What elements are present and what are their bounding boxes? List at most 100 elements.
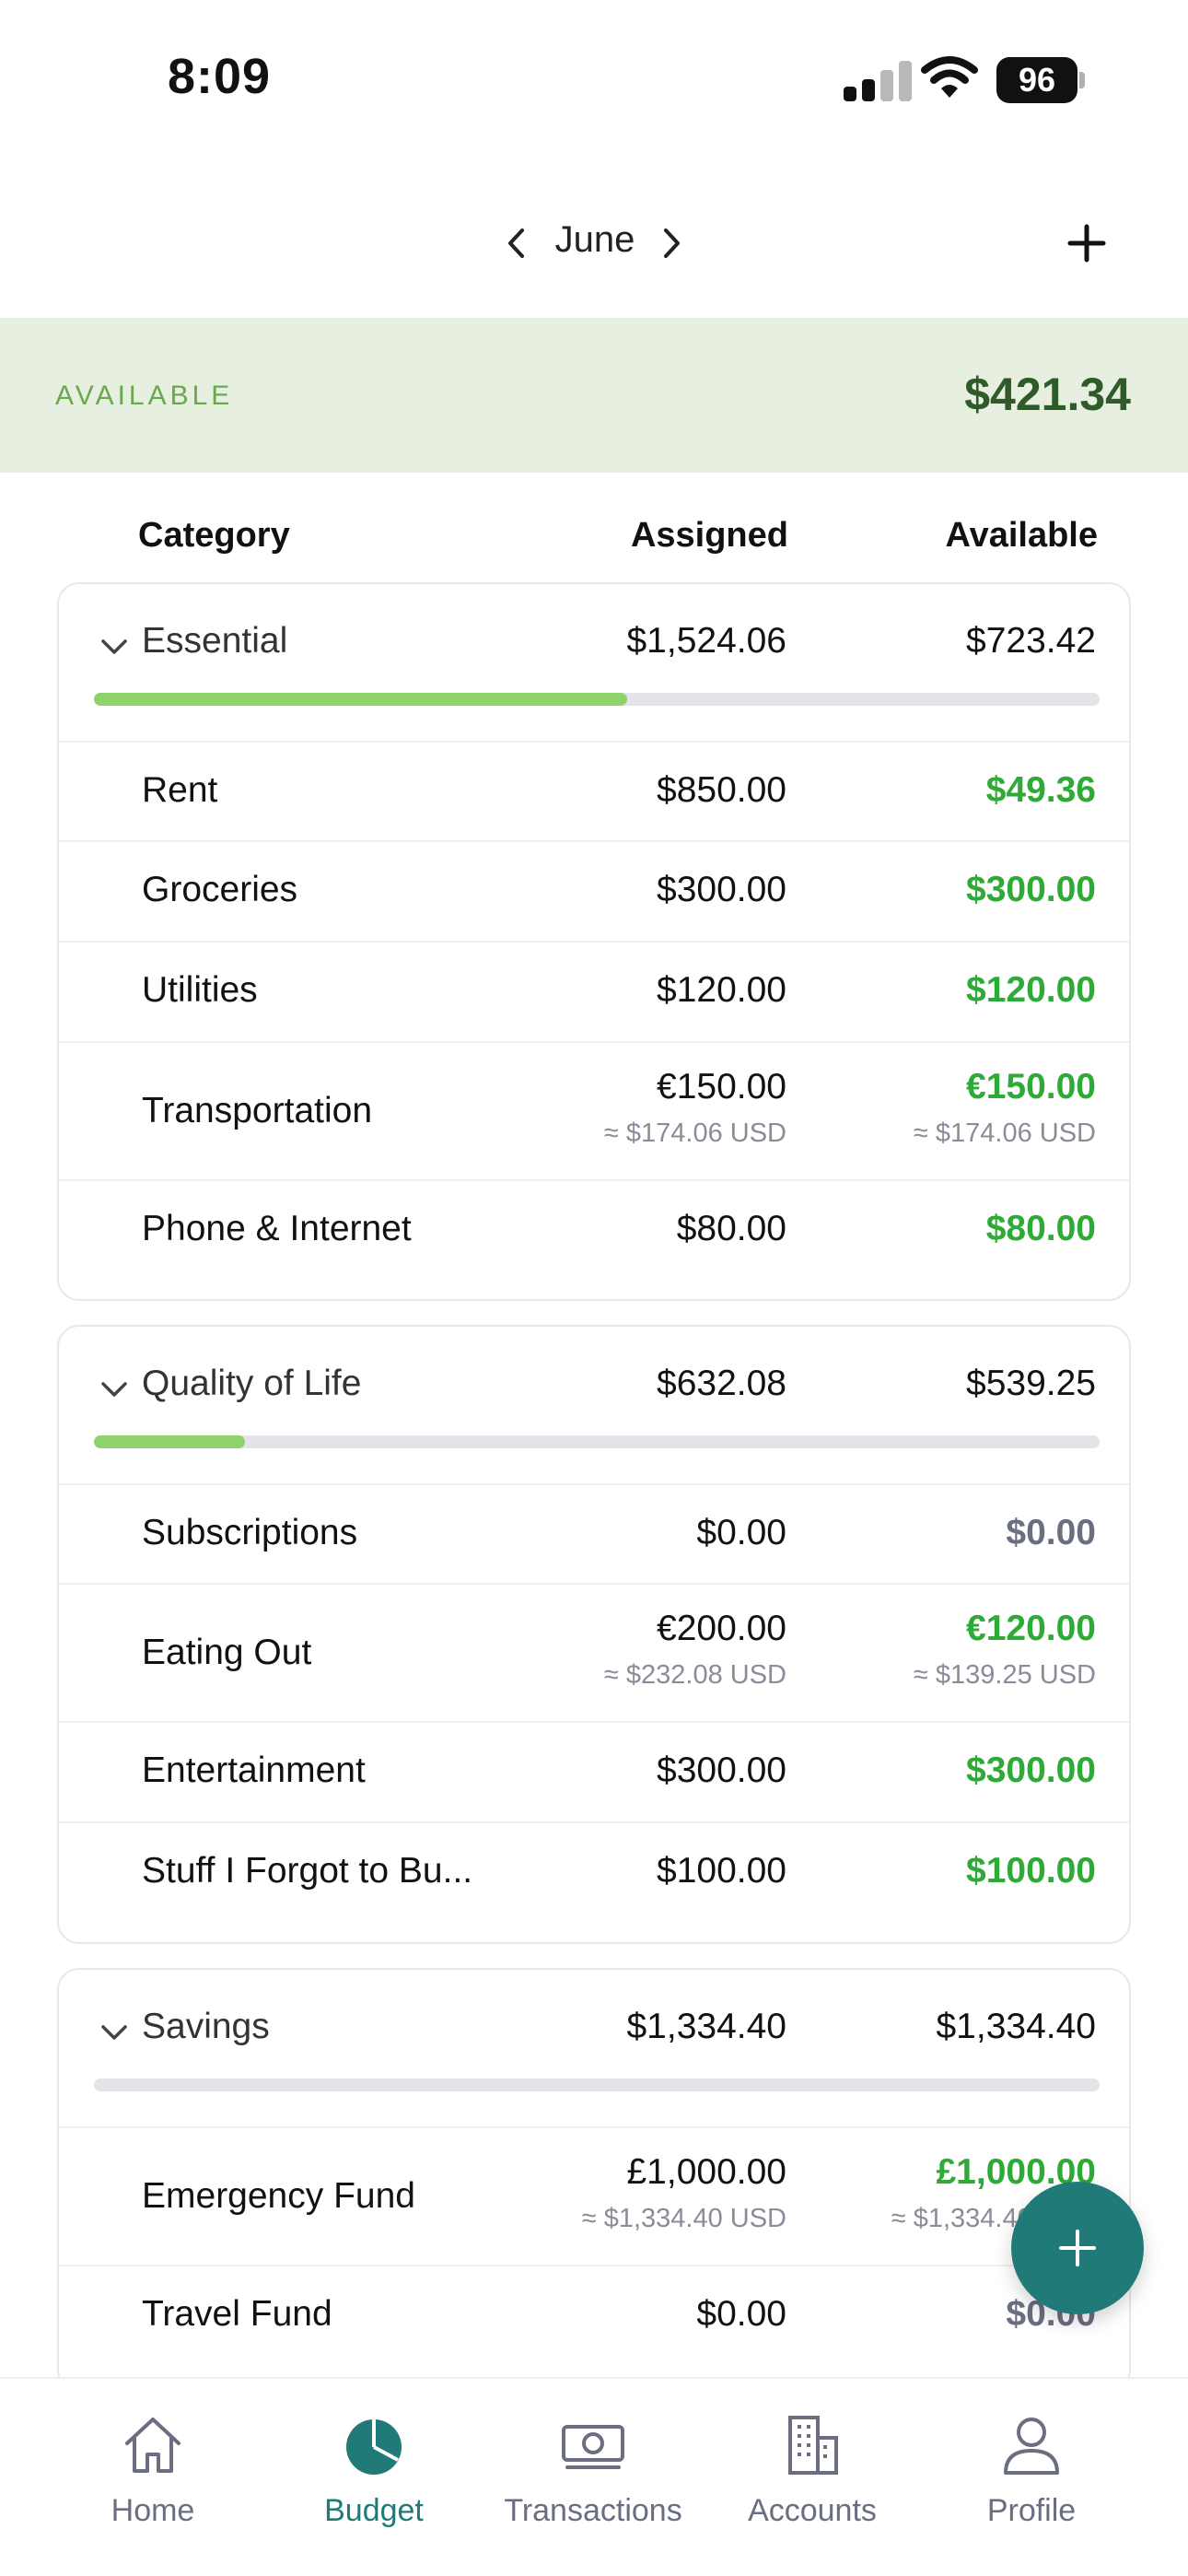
category-assigned[interactable]: $300.00 xyxy=(657,870,786,910)
category-assigned[interactable]: £1,000.00 xyxy=(626,2152,786,2193)
pie-chart-icon xyxy=(346,2419,402,2475)
group-header[interactable]: Quality of Life $632.08 $539.25 xyxy=(59,1327,1129,1483)
category-name: Eating Out xyxy=(142,1633,312,1672)
battery-indicator: 96 xyxy=(996,57,1085,103)
available-usd-equivalent: ≈ $174.06 USD xyxy=(913,1118,1096,1148)
group-name: Essential xyxy=(142,621,288,661)
category-assigned[interactable]: $0.00 xyxy=(696,2294,786,2335)
group-available: $723.42 xyxy=(966,621,1096,661)
tab-label: Accounts xyxy=(748,2493,877,2528)
category-row[interactable]: Utilities $120.00 $120.00 xyxy=(59,941,1129,1041)
category-assigned[interactable]: $850.00 xyxy=(657,770,786,811)
category-available: $120.00 xyxy=(966,970,1096,1010)
battery-level: 96 xyxy=(996,57,1077,103)
collapse-chevron-icon[interactable] xyxy=(96,628,133,665)
category-row[interactable]: Transportation €150.00 €150.00 ≈ $174.06… xyxy=(59,1041,1129,1179)
available-label: AVAILABLE xyxy=(55,381,234,411)
available-usd-equivalent: ≈ $139.25 USD xyxy=(913,1660,1096,1690)
tab-home[interactable]: Home xyxy=(52,2412,254,2550)
category-assigned[interactable]: $100.00 xyxy=(657,1851,786,1891)
category-available: €120.00 xyxy=(966,1609,1096,1648)
category-row[interactable]: Rent $850.00 $49.36 xyxy=(59,741,1129,840)
category-row[interactable]: Groceries $300.00 $300.00 xyxy=(59,840,1129,941)
status-time: 8:09 xyxy=(168,49,272,104)
category-available: $80.00 xyxy=(985,1209,1096,1248)
group-assigned: $1,334.40 xyxy=(626,2007,786,2046)
previous-month-icon[interactable] xyxy=(499,225,536,262)
tab-transactions[interactable]: Transactions xyxy=(492,2412,694,2550)
group-progress-bar xyxy=(94,2078,1100,2091)
category-assigned[interactable]: $120.00 xyxy=(657,970,786,1011)
month-label[interactable]: June xyxy=(543,219,646,261)
category-name: Groceries xyxy=(142,870,298,909)
next-month-icon[interactable] xyxy=(652,225,689,262)
group-progress-bar xyxy=(94,1435,1100,1448)
category-available: $49.36 xyxy=(985,770,1096,810)
add-transaction-fab[interactable] xyxy=(1011,2182,1144,2314)
category-row[interactable]: Emergency Fund £1,000.00 £1,000.00 ≈ $1,… xyxy=(59,2126,1129,2265)
category-assigned[interactable]: $300.00 xyxy=(657,1751,786,1791)
home-icon xyxy=(125,2418,181,2473)
category-name: Travel Fund xyxy=(142,2294,332,2334)
group-header[interactable]: Savings $1,334.40 $1,334.40 xyxy=(59,1970,1129,2126)
assigned-usd-equivalent: ≈ $174.06 USD xyxy=(603,1118,786,1148)
category-group-quality-of-life: Quality of Life $632.08 $539.25 Subscrip… xyxy=(57,1325,1131,1944)
tab-label: Budget xyxy=(324,2493,424,2528)
plus-icon xyxy=(1059,2230,1096,2266)
category-name: Entertainment xyxy=(142,1751,366,1790)
tab-label: Profile xyxy=(986,2493,1077,2528)
group-progress-fill xyxy=(94,1435,245,1448)
collapse-chevron-icon[interactable] xyxy=(96,2014,133,2051)
group-progress-bar xyxy=(94,693,1100,706)
battery-tip xyxy=(1079,72,1085,88)
assigned-usd-equivalent: ≈ $232.08 USD xyxy=(603,1660,786,1690)
person-icon xyxy=(1004,2418,1059,2475)
tab-budget[interactable]: Budget xyxy=(273,2412,475,2550)
cash-icon xyxy=(562,2425,624,2469)
category-available: $100.00 xyxy=(966,1851,1096,1891)
group-header[interactable]: Essential $1,524.06 $723.42 xyxy=(59,584,1129,741)
category-group-essential: Essential $1,524.06 $723.42 Rent $850.00… xyxy=(57,582,1131,1301)
status-bar: 8:09 96 xyxy=(0,0,1188,157)
assigned-usd-equivalent: ≈ $1,334.40 USD xyxy=(581,2204,786,2233)
category-assigned[interactable]: €200.00 xyxy=(657,1609,786,1649)
building-icon xyxy=(788,2416,838,2475)
wifi-icon xyxy=(921,56,978,98)
group-available: $539.25 xyxy=(966,1364,1096,1403)
tab-accounts[interactable]: Accounts xyxy=(711,2412,914,2550)
column-header-assigned: Assigned xyxy=(630,516,788,555)
category-name: Stuff I Forgot to Bu... xyxy=(142,1851,473,1891)
collapse-chevron-icon[interactable] xyxy=(96,1371,133,1408)
category-name: Phone & Internet xyxy=(142,1209,412,1248)
group-assigned: $632.08 xyxy=(657,1364,786,1403)
budget-screen: 8:09 96 June AVAILABLE $421.34 Category … xyxy=(0,0,1188,2576)
tab-label: Transactions xyxy=(504,2493,682,2528)
group-name: Quality of Life xyxy=(142,1364,362,1403)
category-group-savings: Savings $1,334.40 $1,334.40 Emergency Fu… xyxy=(57,1968,1131,2392)
category-name: Utilities xyxy=(142,970,258,1010)
category-available: $300.00 xyxy=(966,1751,1096,1790)
tab-profile[interactable]: Profile xyxy=(930,2412,1133,2550)
month-navigation: June xyxy=(0,193,1188,295)
group-available: $1,334.40 xyxy=(936,2007,1096,2046)
category-available: $300.00 xyxy=(966,870,1096,909)
category-assigned[interactable]: $0.00 xyxy=(696,1513,786,1553)
category-assigned[interactable]: €150.00 xyxy=(657,1067,786,1107)
add-category-icon[interactable] xyxy=(1063,219,1111,267)
column-header-available: Available xyxy=(945,516,1098,555)
category-name: Rent xyxy=(142,770,218,810)
category-row[interactable]: Stuff I Forgot to Bu... $100.00 $100.00 xyxy=(59,1821,1129,1935)
bottom-tab-bar: Home Budget Transactions Accounts Profil… xyxy=(0,2377,1188,2576)
available-amount: $421.34 xyxy=(964,369,1131,420)
available-banner: AVAILABLE $421.34 xyxy=(0,318,1188,473)
category-row[interactable]: Travel Fund $0.00 $0.00 xyxy=(59,2265,1129,2375)
group-name: Savings xyxy=(142,2007,270,2046)
category-row[interactable]: Subscriptions $0.00 $0.00 xyxy=(59,1483,1129,1583)
cellular-signal-icon xyxy=(844,61,912,101)
category-row[interactable]: Phone & Internet $80.00 $80.00 xyxy=(59,1179,1129,1292)
category-assigned[interactable]: $80.00 xyxy=(677,1209,786,1249)
category-row[interactable]: Entertainment $300.00 $300.00 xyxy=(59,1721,1129,1821)
category-row[interactable]: Eating Out €200.00 €120.00 ≈ $232.08 USD… xyxy=(59,1583,1129,1721)
category-available: $0.00 xyxy=(1006,1513,1096,1552)
group-assigned: $1,524.06 xyxy=(626,621,786,661)
